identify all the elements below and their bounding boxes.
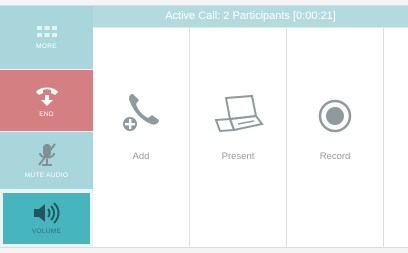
end-label: END (39, 111, 54, 118)
present-label: Present (221, 151, 255, 162)
hang-up-icon (35, 87, 58, 106)
action-tiles: Add Present Record (93, 28, 408, 247)
record-label: Record (319, 151, 351, 162)
volume-button[interactable]: VOLUME (0, 190, 93, 247)
bottom-strip (0, 247, 408, 253)
empty-tile-area (384, 28, 408, 247)
mute-audio-label: MUTE AUDIO (24, 172, 69, 179)
add-participant-tile[interactable]: Add (93, 28, 190, 247)
record-tile[interactable]: Record (287, 28, 384, 247)
record-icon (318, 99, 352, 133)
sidebar: MORE END MUTE AUDIO VOLUME (0, 6, 93, 247)
add-label: Add (132, 151, 150, 162)
more-button[interactable]: MORE (0, 6, 93, 70)
speaker-volume-icon (33, 202, 59, 224)
mic-muted-icon (37, 143, 56, 166)
laptop-icon (214, 94, 264, 133)
call-panel: Active Call: 2 Participants [0:00:21] Ad… (93, 6, 408, 247)
more-label: MORE (36, 43, 57, 50)
add-participant-icon (122, 94, 159, 132)
volume-label: VOLUME (31, 228, 62, 235)
present-tile[interactable]: Present (190, 28, 287, 247)
more-icon (36, 26, 57, 37)
mute-audio-button[interactable]: MUTE AUDIO (0, 132, 93, 190)
end-call-button[interactable]: END (0, 70, 93, 132)
call-status-title: Active Call: 2 Participants [0:00:21] (93, 6, 408, 28)
